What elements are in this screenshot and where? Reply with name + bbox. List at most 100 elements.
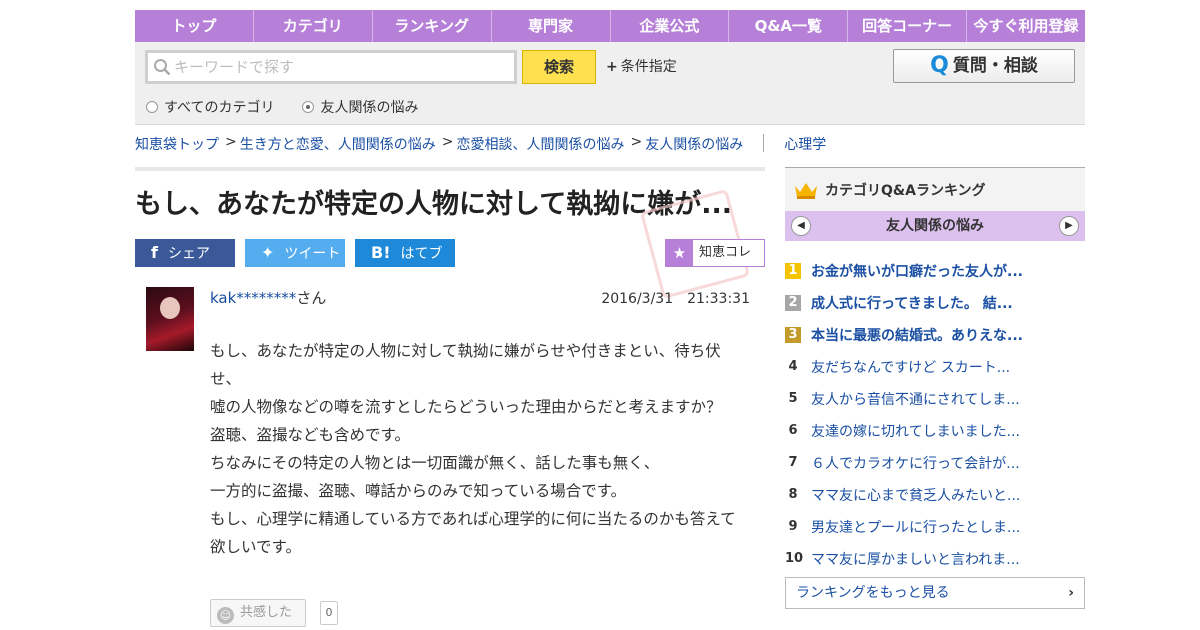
breadcrumb-sep: > [441,134,454,150]
rank-number: 3 [785,327,801,343]
facebook-share-button[interactable]: f シェア [135,239,235,267]
radio-current-category[interactable]: 友人関係の悩み [302,97,418,117]
breadcrumb-top[interactable]: 知恵袋トップ [135,134,219,154]
user-honorific: さん [296,289,327,307]
more-ranking-label: ランキングをもっと見る [796,585,950,601]
rank-number: 5 [788,391,798,406]
body-line: ちなみにその特定の人物とは一切面識が無く、話した事も無く、 [210,454,660,472]
ranking-title: カテゴリQ&Aランキング [825,182,986,199]
breadcrumb-sep: > [225,134,237,150]
ranking-item[interactable]: 3 本当に最悪の結婚式。ありえな... [785,319,1085,351]
nav-ranking[interactable]: ランキング [373,10,492,42]
search-button[interactable]: 検索 [522,50,596,84]
rank-link[interactable]: 男友達とプールに行ったとしま... [811,517,1020,537]
next-arrow-icon[interactable]: ▶ [1059,216,1079,236]
condition-link[interactable]: + 条件指定 [606,56,677,76]
ranking-item[interactable]: 5 友人から音信不通にされてしま... [785,383,1085,415]
question-body: もし、あなたが特定の人物に対して執拗に嫌がらせや付きまとい、待ち伏せ、 嘘の人物… [210,337,750,561]
rank-link[interactable]: 友人から音信不通にされてしま... [811,389,1020,409]
rank-number: 10 [785,551,804,566]
page: トップ カテゴリ ランキング 専門家 企業公式 Q&A一覧 回答コーナー 今すぐ… [135,10,1085,627]
body-line: 一方的に盗撮、盗聴、噂話からのみで知っている場合です。 [210,482,627,500]
global-nav: トップ カテゴリ ランキング 専門家 企業公式 Q&A一覧 回答コーナー 今すぐ… [135,10,1085,42]
rank-number: 9 [788,519,798,534]
question-main: もし、あなたが特定の人物に対して執拗に嫌が... f シェア ✦ ツイート B! はて… [135,167,765,627]
nav-top[interactable]: トップ [135,10,254,42]
breadcrumb-divider [763,134,765,152]
chevron-right-icon: › [1068,585,1074,601]
empathy-area: ☺ 共感した 0 [210,599,338,627]
ask-question-label: 質問・相談 [952,56,1038,76]
empathy-button[interactable]: ☺ 共感した [210,599,306,627]
body-line: 盗聴、盗撮なども含めです。 [210,426,410,444]
breadcrumb-life[interactable]: 生き方と恋愛、人間関係の悩み [240,134,436,154]
ranking-item[interactable]: 4 友だちなんですけど スカート... [785,351,1085,383]
q-icon: Q [930,53,949,78]
more-ranking-link[interactable]: ランキングをもっと見る › [785,577,1085,609]
user-name[interactable]: kak******** [210,289,296,307]
rank-link[interactable]: 友だちなんですけど スカート... [811,357,1010,377]
ranking-item[interactable]: 1 お金が無いが口癖だった友人が... [785,255,1085,287]
rank-number: 8 [788,487,798,502]
plus-icon: + [606,59,618,75]
rank-number: 4 [788,359,798,374]
ranking-item[interactable]: 8 ママ友に心まで貧乏人みたいと... [785,479,1085,511]
body-line: もし、心理学に精通している方であれば心理学的に何に当たるのかも答えて欲しいです。 [210,510,736,556]
rank-link[interactable]: 本当に最悪の結婚式。ありえな... [811,325,1023,345]
collection-button[interactable]: ★ 知恵コレ [665,239,765,267]
radio-all-categories[interactable]: すべてのカテゴリ [146,97,274,117]
nav-official[interactable]: 企業公式 [611,10,730,42]
condition-label: 条件指定 [620,59,677,75]
ranking-list: 1 お金が無いが口癖だった友人が... 2 成人式に行ってきました。 結... 3本… [785,241,1085,575]
search-box[interactable] [145,50,517,84]
rank-number: 1 [785,263,801,279]
collection-label: 知恵コレ [699,245,752,260]
facebook-icon: f [151,243,158,262]
breadcrumb: 知恵袋トップ > 生き方と恋愛、人間関係の悩み > 恋愛相談、人間関係の悩み >… [135,134,832,154]
breadcrumb-love[interactable]: 恋愛相談、人間関係の悩み [456,134,624,154]
ask-question-button[interactable]: Q 質問・相談 [893,49,1075,83]
ranking-item[interactable]: 9 男友達とプールに行ったとしま... [785,511,1085,543]
nav-register[interactable]: 今すぐ利用登録 [967,10,1085,42]
question-post: kak********さん 2016/3/31 21:33:31 もし、あなたが… [135,287,765,627]
twitter-share-button[interactable]: ✦ ツイート [245,239,345,267]
radio-current-label: 友人関係の悩み [320,100,419,116]
rank-link[interactable]: お金が無いが口癖だった友人が... [811,261,1023,281]
avatar[interactable] [146,287,194,351]
ranking-header: カテゴリQ&Aランキング [785,167,1085,211]
ranking-item[interactable]: 10 ママ友に厚かましいと言われま... [785,543,1085,575]
rank-link[interactable]: 友達の嫁に切れてしまいました... [811,421,1020,441]
nav-qa-list[interactable]: Q&A一覧 [729,10,849,42]
empathy-label: 共感した [240,605,293,620]
rank-link[interactable]: ママ友に心まで貧乏人みたいと... [811,485,1020,505]
sidebar-ranking: カテゴリQ&Aランキング ◀ 友人関係の悩み ▶ 1 お金が無いが口癖だった友人が… [785,167,1085,609]
breadcrumb-sep: > [630,134,643,150]
hatena-bookmark-button[interactable]: B! はてブ [355,239,455,267]
twitter-share-label: ツイート [284,246,341,262]
rank-link[interactable]: ママ友に厚かましいと言われま... [811,549,1020,569]
crown-icon [795,182,817,199]
prev-arrow-icon[interactable]: ◀ [791,216,811,236]
hatena-label: はてブ [400,246,443,262]
search-input[interactable] [174,53,509,81]
body-line: 嘘の人物像などの噂を流すとしたらどういった理由からだと考えますか？ [210,398,722,416]
nav-category[interactable]: カテゴリ [254,10,373,42]
hatena-icon: B! [371,243,391,262]
body-line: もし、あなたが特定の人物に対して執拗に嫌がらせや付きまとい、待ち伏せ、 [210,342,721,388]
ranking-item[interactable]: 7 ６人でカラオケに行って会計が... [785,447,1085,479]
rank-link[interactable]: ６人でカラオケに行って会計が... [811,453,1020,473]
post-date: 2016/3/31 21:33:31 [601,291,750,307]
radio-all-label: すべてのカテゴリ [164,100,275,116]
ranking-category-bar: ◀ 友人関係の悩み ▶ [785,211,1085,241]
rank-number: 6 [788,423,798,438]
breadcrumb-friends[interactable]: 友人関係の悩み [645,134,743,154]
ranking-category: 友人関係の悩み [886,218,984,234]
breadcrumb-tag-psychology[interactable]: 心理学 [784,134,826,154]
rank-number: 2 [785,295,801,311]
ranking-item[interactable]: 6 友達の嫁に切れてしまいました... [785,415,1085,447]
radio-dot-selected [302,101,315,113]
rank-link[interactable]: 成人式に行ってきました。 結... [811,293,1013,313]
nav-expert[interactable]: 専門家 [492,10,611,42]
nav-answer-corner[interactable]: 回答コーナー [848,10,968,42]
ranking-item[interactable]: 2 成人式に行ってきました。 結... [785,287,1085,319]
